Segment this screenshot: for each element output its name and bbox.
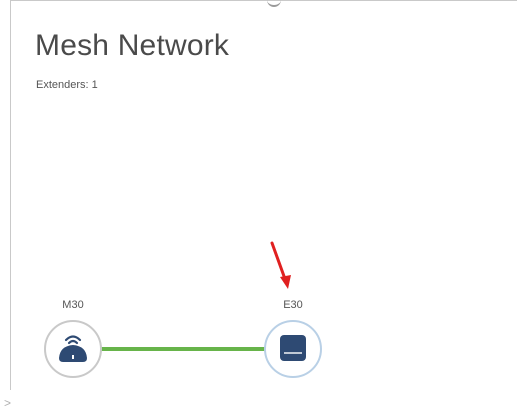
page-title: Mesh Network (35, 29, 230, 62)
corner-chevron-icon: > (4, 396, 12, 410)
mesh-network-panel: Mesh Network Extenders: 1 M30 E30 (10, 0, 517, 390)
decorative-arc (267, 0, 281, 7)
node-e30[interactable] (264, 320, 322, 378)
node-label-m30: M30 (62, 299, 84, 311)
mesh-link-line (101, 347, 265, 351)
node-m30[interactable] (44, 320, 102, 378)
router-icon (59, 335, 87, 362)
extenders-count: Extenders: 1 (36, 79, 98, 91)
extender-icon (280, 335, 306, 361)
annotation-arrow-icon (270, 241, 291, 289)
node-label-e30: E30 (283, 299, 303, 311)
